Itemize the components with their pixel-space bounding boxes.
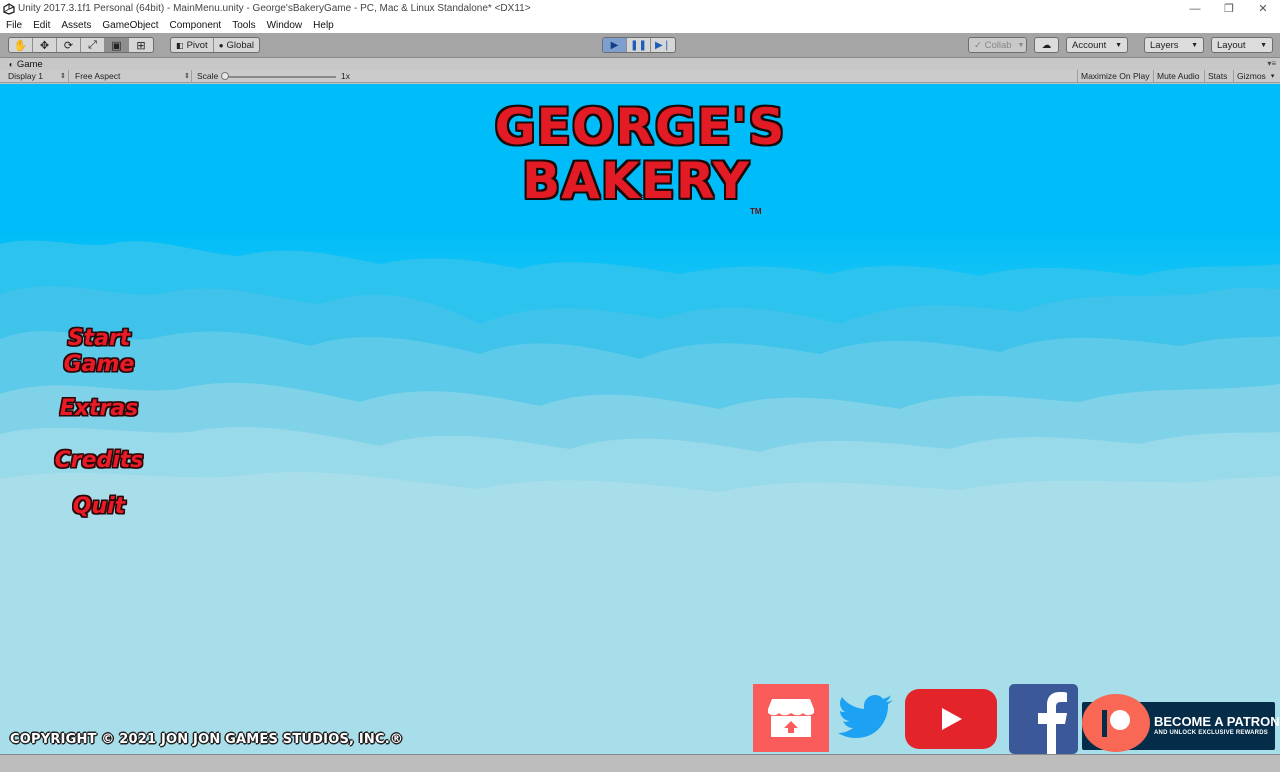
scale-label: Scale [191,70,218,82]
patreon-button[interactable]: BECOME A PATRON AND UNLOCK EXCLUSIVE REW… [1082,694,1280,752]
layout-label: Layout [1217,39,1246,51]
tab-menu-icon[interactable]: ▾≡ [1267,59,1276,68]
pause-icon[interactable]: ❚❚ [627,38,651,52]
mute-audio-toggle[interactable]: Mute Audio [1153,70,1203,82]
itch-io-button[interactable] [753,684,829,752]
start-game-button[interactable]: Start Game [40,327,158,377]
scale-value: 1x [341,71,350,81]
display-dropdown[interactable]: Display 1 ⇕ [8,70,66,82]
itch-io-icon [768,699,814,737]
cloud-button[interactable]: ☁ [1034,37,1059,53]
menu-window[interactable]: Window [267,20,303,31]
layers-dropdown[interactable]: Layers ▼ [1144,37,1204,53]
game-title-logo: GEORGE'S BAKERY [0,102,1280,206]
aspect-dropdown[interactable]: Free Aspect ⇕ [68,70,190,82]
title-line-1: GEORGE'S [494,98,786,156]
hand-tool-icon[interactable]: ✋ [9,38,33,52]
youtube-play-icon [942,708,962,730]
tab-game[interactable]: ◖ Game [2,58,49,70]
game-view-icon: ◖ [8,59,13,69]
pivot-toggles: ◧ Pivot ● Global [170,37,260,53]
title-line-2: BAKERY [522,152,750,210]
restore-button[interactable]: ❐ [1212,0,1246,17]
gizmos-label: Gizmos [1237,71,1266,81]
youtube-button[interactable] [905,689,997,749]
menu-assets[interactable]: Assets [61,20,91,31]
rect-tool-icon[interactable]: ▣ [105,38,129,52]
collab-dropdown[interactable]: ✓ Collab ▼ [968,37,1027,53]
play-icon[interactable]: ▶ [603,38,627,52]
chevron-down-icon: ▼ [1115,41,1122,49]
chevron-down-icon: ▼ [1191,41,1198,49]
twitter-button[interactable] [838,694,896,744]
gizmos-dropdown[interactable]: Gizmos ▾ [1233,70,1274,82]
chevron-down-icon: ▾ [1270,73,1275,80]
globe-icon: ● [218,40,224,50]
chevron-updown-icon: ⇕ [184,73,190,80]
menu-tools[interactable]: Tools [232,20,255,31]
toolbar: ✋ ✥ ⟳ ⤢ ▣ ⊞ ◧ Pivot ● Global ▶ ❚❚ ▶❘ ✓ Col… [0,33,1280,58]
start-game-label-2: Game [63,352,135,377]
window-titlebar: Unity 2017.3.1f1 Personal (64bit) - Main… [0,0,1280,17]
display-label: Display 1 [8,71,43,81]
pivot-label: Pivot [186,39,208,51]
menu-component[interactable]: Component [170,20,222,31]
chevron-updown-icon: ⇕ [60,73,66,80]
patreon-logo-icon [1082,694,1150,752]
move-tool-icon[interactable]: ✥ [33,38,57,52]
unity-logo-icon [3,2,15,15]
close-button[interactable]: ✕ [1246,0,1280,17]
collab-label: ✓ Collab [974,39,1012,51]
quit-button[interactable]: Quit [38,495,160,519]
transform-tool-icon[interactable]: ⊞ [129,38,153,52]
game-viewport[interactable]: GEORGE'S BAKERY TM Start Game Extras Cre… [0,84,1280,754]
menu-bar: File Edit Assets GameObject Component To… [0,17,1280,33]
extras-button[interactable]: Extras [38,397,160,421]
game-view-toolbar: Display 1 ⇕ Free Aspect ⇕ Scale 1x Maxim… [0,70,1280,83]
global-button[interactable]: ● Global [214,38,259,52]
step-icon[interactable]: ▶❘ [651,38,675,52]
aspect-label: Free Aspect [75,71,121,81]
stats-toggle[interactable]: Stats [1204,70,1230,82]
window-title: Unity 2017.3.1f1 Personal (64bit) - Main… [18,3,531,14]
layers-label: Layers [1150,39,1179,51]
playback-controls: ▶ ❚❚ ▶❘ [602,37,676,53]
patreon-headline: BECOME A PATRON [1154,714,1280,729]
chevron-down-icon: ▼ [1260,41,1267,49]
chevron-down-icon: ▼ [1017,41,1025,49]
cloud-icon: ☁ [1041,39,1052,51]
patreon-subline: AND UNLOCK EXCLUSIVE REWARDS [1154,730,1268,736]
account-dropdown[interactable]: Account ▼ [1066,37,1128,53]
global-label: Global [226,39,254,51]
menu-edit[interactable]: Edit [33,20,50,31]
menu-help[interactable]: Help [313,20,334,31]
tab-strip: ◖ Game ▾≡ [0,58,1280,70]
copyright-notice: COPYRIGHT © 2021 JON JON GAMES STUDIOS, … [10,732,404,747]
credits-button[interactable]: Credits [38,449,160,473]
facebook-f-icon [1038,692,1067,754]
menu-gameobject[interactable]: GameObject [102,20,158,31]
menu-file[interactable]: File [6,20,22,31]
transform-tools: ✋ ✥ ⟳ ⤢ ▣ ⊞ [8,37,154,53]
status-bar [0,754,1280,772]
trademark-mark: TM [750,207,762,216]
twitter-bird-icon [838,695,893,738]
account-label: Account [1072,39,1107,51]
scale-slider-track[interactable] [222,76,336,78]
maximize-on-play-toggle[interactable]: Maximize On Play [1077,70,1153,82]
minimize-button[interactable]: — [1178,0,1212,17]
pivot-button[interactable]: ◧ Pivot [171,38,214,52]
tab-game-label: Game [16,58,43,70]
window-controls: — ❐ ✕ [1178,0,1280,17]
pivot-icon: ◧ [176,40,184,50]
facebook-button[interactable] [1009,684,1078,754]
scale-tool-icon[interactable]: ⤢ [81,38,105,52]
layout-dropdown[interactable]: Layout ▼ [1211,37,1273,53]
rotate-tool-icon[interactable]: ⟳ [57,38,81,52]
start-game-label-1: Start [67,326,131,351]
patreon-p-icon [1102,710,1130,737]
scale-slider-handle[interactable] [221,72,229,80]
